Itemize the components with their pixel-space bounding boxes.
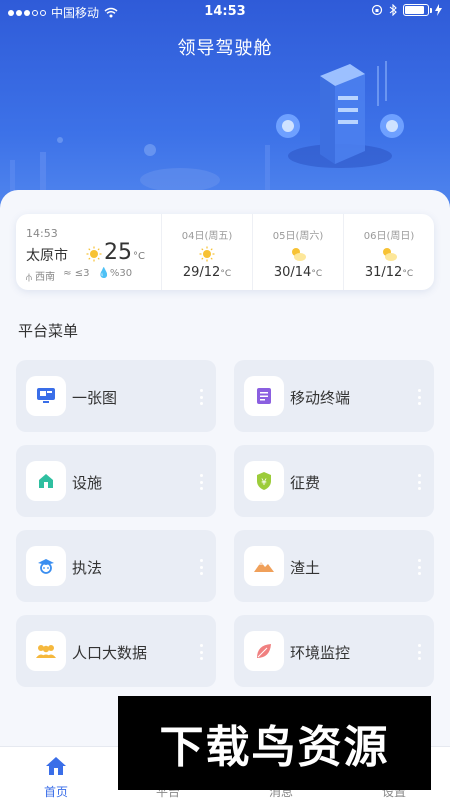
menu-item-label: 渣土 <box>290 559 321 577</box>
temperature-unit: °C <box>133 251 145 262</box>
menu-section-title: 平台菜单 <box>18 322 79 340</box>
more-icon[interactable] <box>200 389 204 405</box>
more-icon[interactable] <box>418 559 422 575</box>
menu-item-fees[interactable]: ¥ 征费 <box>234 445 434 517</box>
server-illustration <box>276 61 404 168</box>
svg-text:¥: ¥ <box>261 478 267 488</box>
charging-icon <box>435 4 442 16</box>
forecast-day-3: 06日(周日) 31/12°C <box>343 214 434 290</box>
forecast-range: 29/12 <box>182 265 221 280</box>
weather-meta: ⫛ 西南 ≈ ≤3 💧%30 <box>26 268 132 283</box>
weather-time: 14:53 <box>26 227 58 240</box>
forecast-range: 31/12 <box>364 265 403 280</box>
forecast-date: 05日(周六) <box>272 231 324 242</box>
forecast-unit: °C <box>220 269 232 279</box>
watermark-banner: 下载鸟资源 <box>118 696 431 790</box>
forecast-day-2: 05日(周六) 30/14°C <box>252 214 343 290</box>
menu-item-label: 设施 <box>72 474 103 492</box>
forecast-day-1: 04日(周五) 29/12°C <box>161 214 252 290</box>
menu-item-population-data[interactable]: 人口大数据 <box>16 615 216 687</box>
more-icon[interactable] <box>200 559 204 575</box>
wind-level: ≤3 <box>74 268 90 279</box>
officer-icon <box>38 559 54 574</box>
current-temperature: 25 <box>104 240 132 265</box>
partly-cloudy-icon <box>383 248 397 261</box>
forecast-unit: °C <box>311 269 323 279</box>
bluetooth-icon <box>389 4 397 16</box>
orientation-lock-icon <box>371 4 383 16</box>
menu-item-environment-monitoring[interactable]: 环境监控 <box>234 615 434 687</box>
more-icon[interactable] <box>200 474 204 490</box>
partly-cloudy-icon <box>292 248 306 261</box>
menu-item-facilities[interactable]: 设施 <box>16 445 216 517</box>
more-icon[interactable] <box>418 474 422 490</box>
weather-now: 14:53 太原市 25 °C ⫛ 西南 ≈ ≤3 💧%30 <box>16 214 161 290</box>
leaf-icon <box>257 644 271 658</box>
humidity: %30 <box>109 268 133 279</box>
wind-icon: ⫛ <box>26 272 32 283</box>
humidity-icon: 💧 <box>97 268 110 279</box>
more-icon[interactable] <box>200 644 204 660</box>
menu-item-mobile-terminal[interactable]: 移动终端 <box>234 360 434 432</box>
battery-icon <box>403 4 432 16</box>
tab-label: 首页 <box>43 785 68 799</box>
more-icon[interactable] <box>418 389 422 405</box>
house-icon <box>39 474 53 488</box>
forecast-date: 06日(周日) <box>363 231 415 242</box>
people-icon <box>36 645 56 658</box>
forecast-range: 30/14 <box>273 265 312 280</box>
weather-city: 太原市 <box>26 248 68 264</box>
sunny-icon <box>199 246 215 262</box>
menu-item-label: 执法 <box>72 559 103 577</box>
weather-card[interactable]: 14:53 太原市 25 °C ⫛ 西南 ≈ ≤3 💧%30 04日(周五) 2… <box>16 214 434 290</box>
status-bar: 中国移动 14:53 <box>0 0 450 24</box>
menu-item-label: 环境监控 <box>290 644 351 662</box>
shield-yen-icon: ¥ <box>257 472 271 490</box>
wind-direction: 西南 <box>35 272 56 283</box>
forecast-date: 04日(周五) <box>181 231 233 242</box>
more-icon[interactable] <box>418 644 422 660</box>
menu-item-label: 征费 <box>290 474 321 492</box>
menu-item-label: 人口大数据 <box>72 644 148 662</box>
forecast-unit: °C <box>402 269 414 279</box>
tab-home[interactable]: 首页 <box>0 747 112 800</box>
mountain-icon <box>254 562 274 572</box>
sunny-icon <box>86 246 102 262</box>
document-icon <box>257 388 271 404</box>
menu-item-label: 移动终端 <box>290 389 351 407</box>
wind-level-icon: ≈ <box>63 268 72 279</box>
home-icon <box>46 757 66 775</box>
menu-item-map[interactable]: 一张图 <box>16 360 216 432</box>
menu-item-label: 一张图 <box>72 389 118 407</box>
monitor-icon <box>37 388 55 403</box>
menu-item-law-enforcement[interactable]: 执法 <box>16 530 216 602</box>
menu-item-muck[interactable]: 渣土 <box>234 530 434 602</box>
